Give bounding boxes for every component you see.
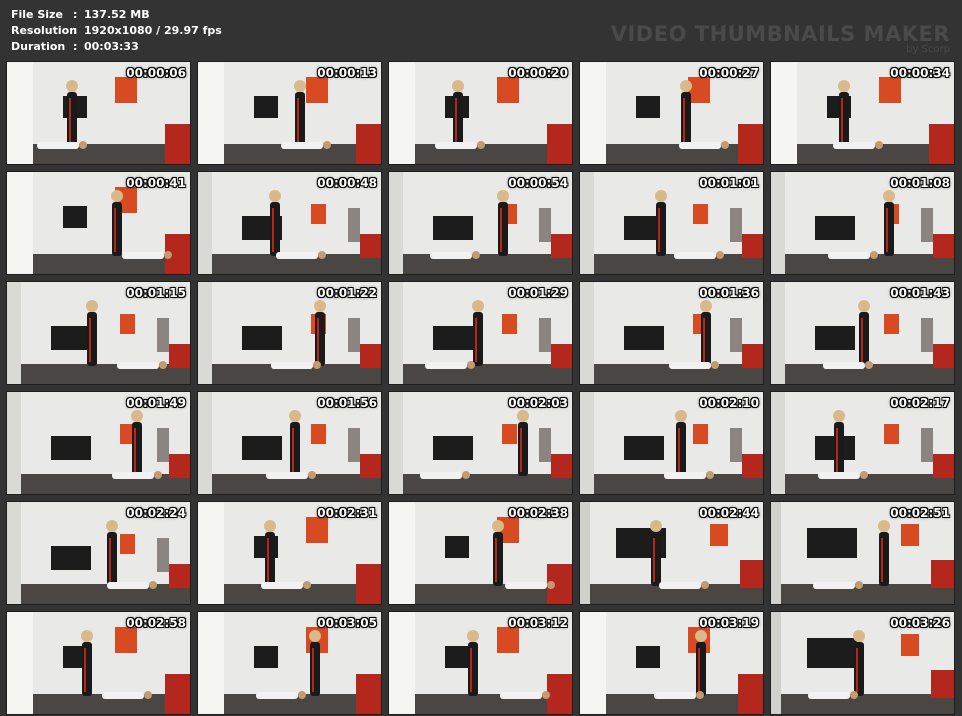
thumbnail-timestamp: 00:03:12 [508, 616, 568, 630]
thumbnail-timestamp: 00:00:41 [126, 176, 186, 190]
thumbnail-frame[interactable]: 00:02:58 [6, 611, 191, 715]
file-info: File Size:137.52 MB Resolution: 1920x1080… [11, 7, 222, 55]
thumbnail-frame[interactable]: 00:02:24 [6, 501, 191, 605]
thumbnail-frame[interactable]: 00:01:01 [579, 171, 764, 275]
sheet-header: File Size:137.52 MB Resolution: 1920x1080… [0, 0, 962, 60]
thumbnail-timestamp: 00:03:19 [699, 616, 759, 630]
thumbnail-timestamp: 00:02:17 [890, 396, 950, 410]
thumbnail-timestamp: 00:00:34 [890, 66, 950, 80]
thumbnail-grid: 00:00:06 00:00:13 00:00:20 00:00:27 00:00:34… [6, 61, 955, 715]
thumbnail-timestamp: 00:02:24 [126, 506, 186, 520]
thumbnail-frame[interactable]: 00:00:34 [770, 61, 955, 165]
thumbnail-timestamp: 00:01:29 [508, 286, 568, 300]
duration-value: 00:03:33 [84, 40, 139, 53]
thumbnail-frame[interactable]: 00:00:20 [388, 61, 573, 165]
thumbnail-frame[interactable]: 00:00:13 [197, 61, 382, 165]
file-size-label: File Size [11, 8, 63, 21]
thumbnail-timestamp: 00:02:10 [699, 396, 759, 410]
thumbnail-frame[interactable]: 00:02:03 [388, 391, 573, 495]
thumbnail-frame[interactable]: 00:01:36 [579, 281, 764, 385]
thumbnail-frame[interactable]: 00:00:48 [197, 171, 382, 275]
duration-label: Duration [11, 40, 66, 53]
thumbnail-timestamp: 00:00:20 [508, 66, 568, 80]
file-size-value: 137.52 MB [84, 8, 150, 21]
thumbnail-frame[interactable]: 00:02:10 [579, 391, 764, 495]
thumbnail-frame[interactable]: 00:00:06 [6, 61, 191, 165]
thumbnail-timestamp: 00:01:08 [890, 176, 950, 190]
thumbnail-frame[interactable]: 00:01:56 [197, 391, 382, 495]
thumbnail-frame[interactable]: 00:01:29 [388, 281, 573, 385]
thumbnail-timestamp: 00:00:54 [508, 176, 568, 190]
thumbnail-frame[interactable]: 00:01:08 [770, 171, 955, 275]
thumbnail-frame[interactable]: 00:01:43 [770, 281, 955, 385]
thumbnail-frame[interactable]: 00:02:31 [197, 501, 382, 605]
thumbnail-frame[interactable]: 00:02:38 [388, 501, 573, 605]
thumbnail-frame[interactable]: 00:03:19 [579, 611, 764, 715]
thumbnail-timestamp: 00:01:01 [699, 176, 759, 190]
thumbnail-frame[interactable]: 00:00:27 [579, 61, 764, 165]
thumbnail-frame[interactable]: 00:03:05 [197, 611, 382, 715]
thumbnail-frame[interactable]: 00:01:49 [6, 391, 191, 495]
thumbnail-frame[interactable]: 00:00:41 [6, 171, 191, 275]
thumbnail-frame[interactable]: 00:02:17 [770, 391, 955, 495]
thumbnail-timestamp: 00:01:56 [317, 396, 377, 410]
thumbnail-frame[interactable]: 00:02:44 [579, 501, 764, 605]
resolution-value: 1920x1080 / 29.97 fps [84, 24, 222, 37]
thumbnail-frame[interactable]: 00:03:12 [388, 611, 573, 715]
thumbnail-timestamp: 00:00:13 [317, 66, 377, 80]
duration-row: Duration:00:03:33 [11, 40, 139, 53]
resolution-row: Resolution: 1920x1080 / 29.97 fps [11, 24, 222, 37]
thumbnail-timestamp: 00:01:49 [126, 396, 186, 410]
thumbnail-timestamp: 00:02:03 [508, 396, 568, 410]
thumbnail-frame[interactable]: 00:01:22 [197, 281, 382, 385]
thumbnail-timestamp: 00:03:26 [890, 616, 950, 630]
thumbnail-timestamp: 00:02:58 [126, 616, 186, 630]
thumbnail-frame[interactable]: 00:02:51 [770, 501, 955, 605]
thumbnail-timestamp: 00:00:48 [317, 176, 377, 190]
thumbnail-timestamp: 00:02:38 [508, 506, 568, 520]
thumbnail-frame[interactable]: 00:03:26 [770, 611, 955, 715]
brand-title: VIDEO THUMBNAILS MAKER [610, 22, 950, 46]
file-size-row: File Size:137.52 MB [11, 8, 150, 21]
thumbnail-frame[interactable]: 00:01:15 [6, 281, 191, 385]
thumbnail-timestamp: 00:00:27 [699, 66, 759, 80]
thumbnail-timestamp: 00:03:05 [317, 616, 377, 630]
resolution-label: Resolution [11, 24, 78, 37]
thumbnail-timestamp: 00:02:51 [890, 506, 950, 520]
thumbnail-timestamp: 00:01:43 [890, 286, 950, 300]
thumbnail-timestamp: 00:01:22 [317, 286, 377, 300]
brand-watermark: VIDEO THUMBNAILS MAKER by Scorp [611, 22, 950, 55]
thumbnail-frame[interactable]: 00:00:54 [388, 171, 573, 275]
brand-subtitle: by Scorp [906, 44, 950, 55]
thumbnail-timestamp: 00:02:44 [699, 506, 759, 520]
thumbnail-timestamp: 00:00:06 [126, 66, 186, 80]
thumbnail-timestamp: 00:01:15 [126, 286, 186, 300]
thumbnail-timestamp: 00:01:36 [699, 286, 759, 300]
thumbnail-timestamp: 00:02:31 [317, 506, 377, 520]
